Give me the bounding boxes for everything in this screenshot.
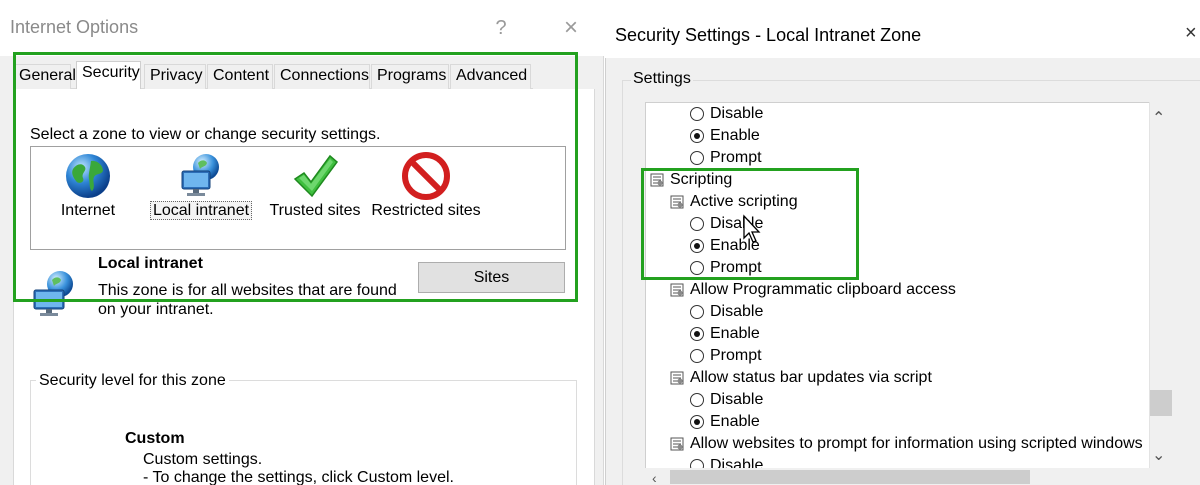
scroll-left-icon[interactable]: ‹	[652, 470, 657, 485]
radio-button[interactable]	[690, 129, 704, 143]
desktop: Internet Options ? × General Security Pr…	[0, 0, 1200, 485]
security-level-line1: Custom settings.	[143, 451, 263, 468]
radio-button[interactable]	[690, 415, 704, 429]
radio-label: Disable	[710, 391, 764, 408]
radio-label: Prompt	[710, 149, 762, 166]
highlight-box	[13, 52, 578, 302]
radio-label: Disable	[710, 105, 764, 122]
settings-page-icon	[670, 437, 684, 451]
radio-label: Disable	[710, 303, 764, 320]
settings-page-icon	[670, 283, 684, 297]
radio-option-prompt[interactable]: Prompt	[646, 345, 1149, 367]
help-button[interactable]: ?	[486, 14, 516, 42]
vertical-scroll-thumb[interactable]	[1150, 390, 1172, 416]
setting-label: Allow Programmatic clipboard access	[690, 281, 956, 298]
vertical-scrollbar[interactable]	[1149, 102, 1173, 472]
radio-button[interactable]	[690, 151, 704, 165]
radio-label: Enable	[710, 413, 760, 430]
radio-option-disable[interactable]: Disable	[646, 301, 1149, 323]
scroll-up-icon[interactable]: ⌃	[1152, 108, 1165, 128]
settings-item: Allow status bar updates via script	[646, 367, 1149, 389]
setting-label: Allow status bar updates via script	[690, 369, 932, 386]
radio-option-enable[interactable]: Enable	[646, 323, 1149, 345]
security-level-line2: - To change the settings, click Custom l…	[143, 469, 454, 485]
radio-option-enable[interactable]: Enable	[646, 411, 1149, 433]
window-title: Security Settings - Local Intranet Zone	[615, 25, 922, 45]
radio-button[interactable]	[690, 393, 704, 407]
close-button[interactable]: ×	[1185, 22, 1197, 45]
close-button[interactable]: ×	[556, 14, 586, 42]
radio-option-disable[interactable]: Disable	[646, 389, 1149, 411]
security-level-group-title: Security level for this zone	[36, 372, 229, 390]
radio-label: Enable	[710, 325, 760, 342]
radio-button[interactable]	[690, 305, 704, 319]
settings-item: Allow websites to prompt for information…	[646, 433, 1149, 455]
horizontal-scroll-thumb[interactable]	[670, 470, 1030, 484]
window-title: Internet Options	[10, 17, 139, 37]
radio-label: Prompt	[710, 347, 762, 364]
settings-tree[interactable]: Disable Enable Prompt Scripting Active scrip…	[645, 102, 1150, 472]
radio-option-prompt[interactable]: Prompt	[646, 147, 1149, 169]
radio-button[interactable]	[690, 107, 704, 121]
radio-button[interactable]	[690, 327, 704, 341]
mouse-cursor-icon	[743, 214, 761, 243]
settings-page-icon	[670, 371, 684, 385]
setting-label: Allow websites to prompt for information…	[690, 435, 1143, 452]
settings-group-title: Settings	[631, 70, 693, 88]
radio-button[interactable]	[690, 349, 704, 363]
radio-option-disable[interactable]: Disable	[646, 103, 1149, 125]
settings-item: Allow Programmatic clipboard access	[646, 279, 1149, 301]
security-level-name: Custom	[125, 430, 185, 447]
scroll-down-icon[interactable]: ⌄	[1152, 445, 1165, 465]
radio-label: Enable	[710, 127, 760, 144]
radio-option-enable[interactable]: Enable	[646, 125, 1149, 147]
